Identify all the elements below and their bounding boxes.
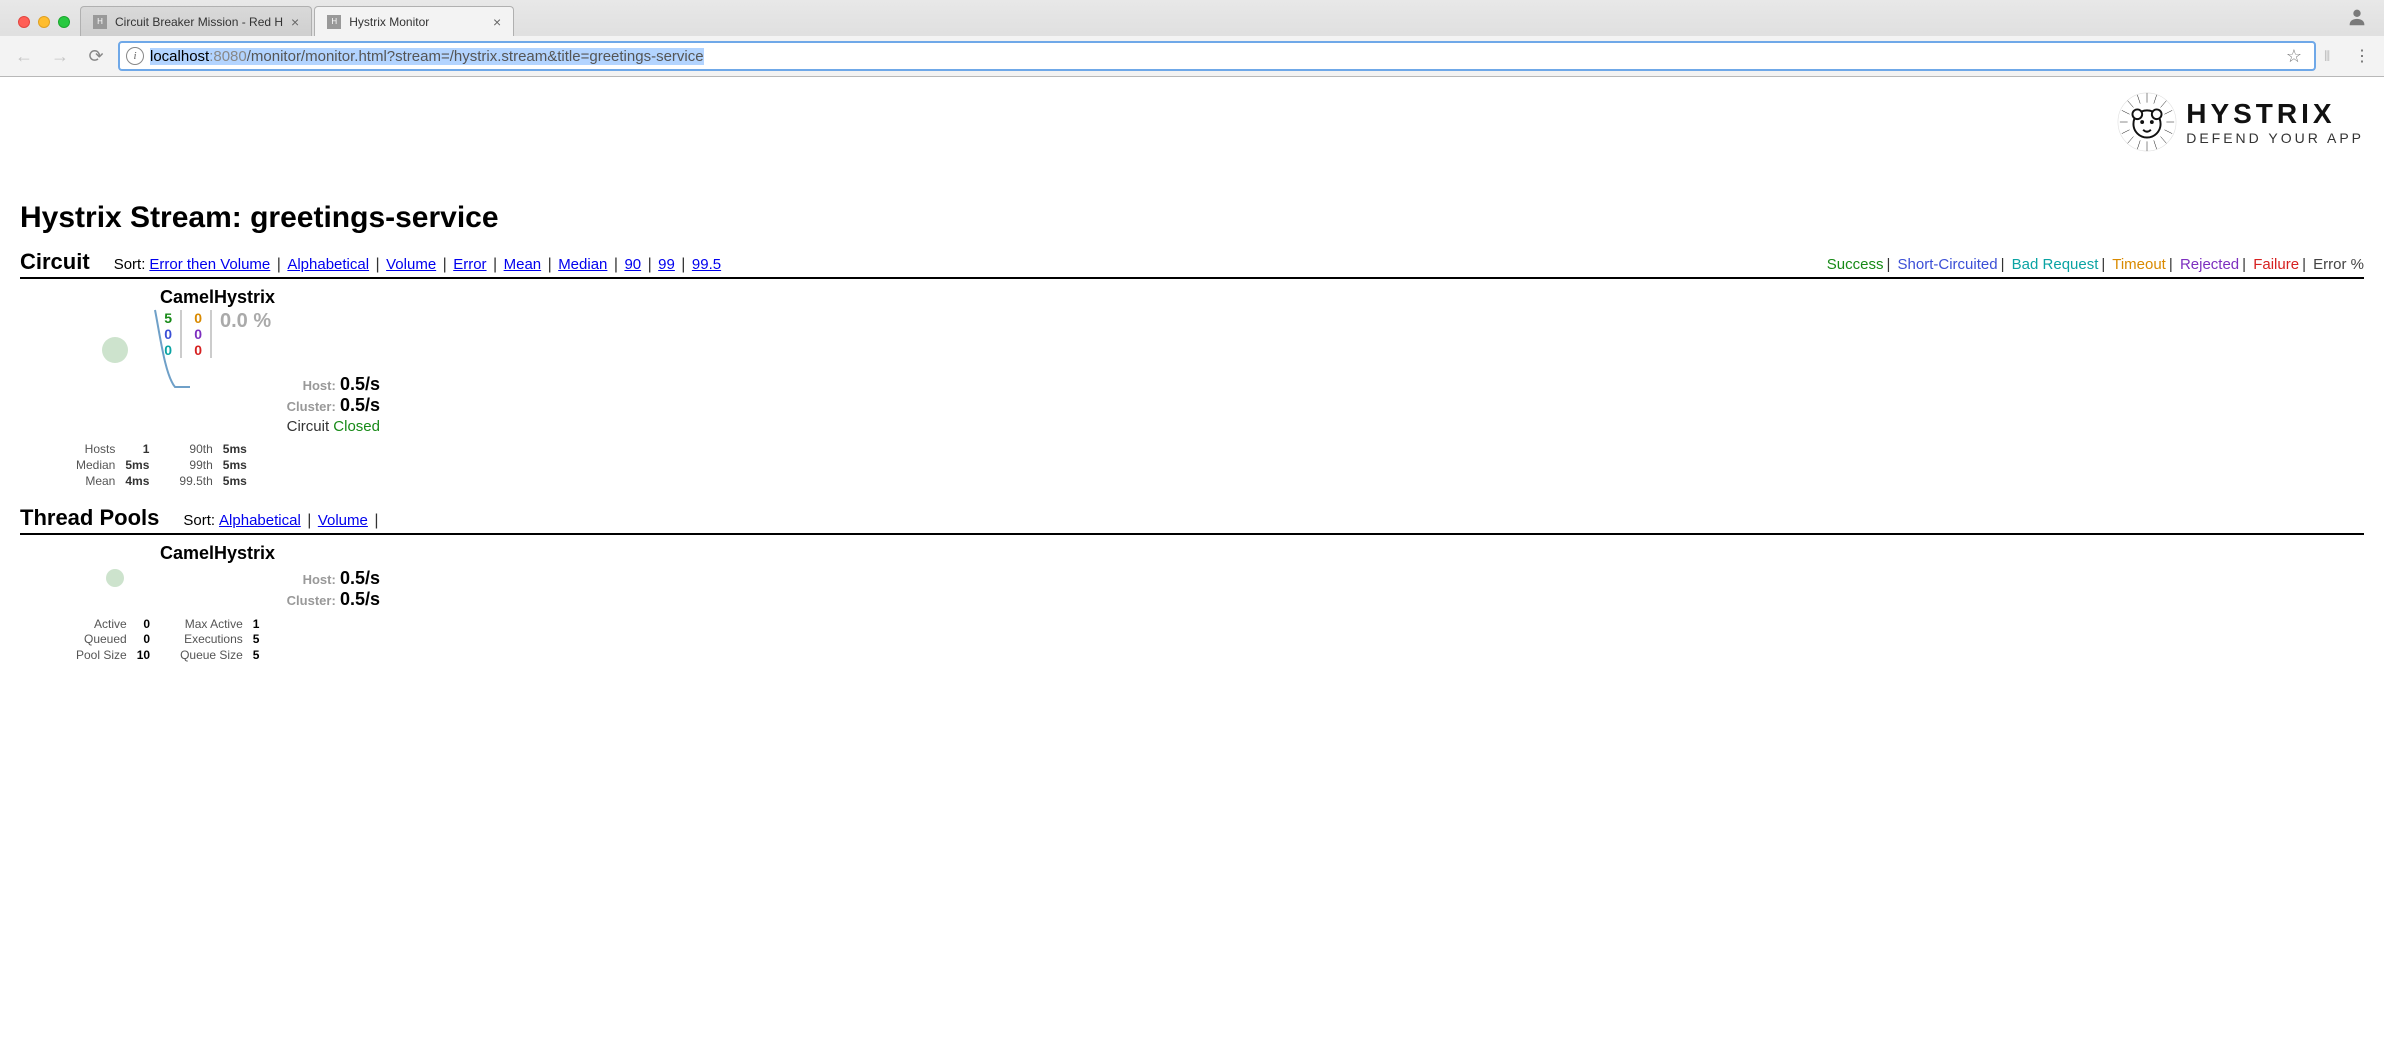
sort-alphabetical[interactable]: Alphabetical	[287, 256, 369, 273]
circuit-graph	[20, 287, 160, 491]
sort-90[interactable]: 90	[624, 256, 641, 273]
circuit-status-value: Closed	[333, 418, 380, 435]
extension-icon[interactable]: ⦀	[2324, 48, 2342, 65]
hystrix-logo: HYSTRIX DEFEND YOUR APP	[2116, 91, 2364, 153]
sort-median[interactable]: Median	[558, 256, 607, 273]
health-circle-icon	[102, 337, 128, 363]
legend-short-circuited: Short-Circuited	[1898, 256, 1998, 273]
health-circle-icon	[106, 569, 124, 587]
threadpool-section-header: Thread Pools Sort: Alphabetical | Volume…	[20, 505, 2364, 535]
stat-90th-value: 5ms	[219, 443, 251, 457]
legend-failure: Failure	[2253, 256, 2299, 273]
tp-cluster-rate-value: 0.5/s	[340, 589, 380, 609]
tab-title: Hystrix Monitor	[349, 15, 485, 29]
tp-executions-value: 5	[249, 633, 264, 647]
close-window-button[interactable]	[18, 16, 30, 28]
tp-host-rate-value: 0.5/s	[340, 568, 380, 588]
sort-alphabetical[interactable]: Alphabetical	[219, 512, 301, 529]
circuit-status-label: Circuit	[287, 418, 330, 435]
tp-maxactive-label: Max Active	[176, 618, 247, 632]
sort-volume[interactable]: Volume	[386, 256, 436, 273]
sort-995[interactable]: 99.5	[692, 256, 721, 273]
info-icon[interactable]: i	[126, 47, 144, 65]
favicon-icon: H	[327, 15, 341, 29]
threadpool-card: CamelHystrix Host: 0.5/s Cluster: 0.5/s …	[20, 543, 380, 665]
legend-error-pct: Error %	[2313, 256, 2364, 273]
legend-rejected: Rejected	[2180, 256, 2239, 273]
tab-inactive[interactable]: H Circuit Breaker Mission - Red H ×	[80, 6, 312, 36]
error-percentage: 0.0 %	[220, 310, 271, 333]
toolbar: ← → ⟳ i localhost:8080/monitor/monitor.h…	[0, 36, 2384, 76]
circuit-title: Circuit	[20, 249, 90, 275]
tab-bar: H Circuit Breaker Mission - Red H × H Hy…	[0, 0, 2384, 36]
menu-icon[interactable]: ⋮	[2350, 46, 2374, 66]
sort-99[interactable]: 99	[658, 256, 675, 273]
threadpool-title: Thread Pools	[20, 505, 159, 531]
back-button[interactable]: ←	[10, 42, 38, 70]
profile-icon[interactable]	[2346, 6, 2368, 28]
threadpool-name: CamelHystrix	[160, 543, 380, 564]
legend-success: Success	[1827, 256, 1884, 273]
sparkline-icon	[150, 305, 210, 395]
sort-error-then-volume[interactable]: Error then Volume	[149, 256, 270, 273]
logo-title: HYSTRIX	[2186, 98, 2364, 130]
window-controls	[10, 16, 80, 36]
legend-timeout: Timeout	[2112, 256, 2166, 273]
browser-chrome: H Circuit Breaker Mission - Red H × H Hy…	[0, 0, 2384, 77]
host-rate-value: 0.5/s	[340, 374, 380, 394]
favicon-icon: H	[93, 15, 107, 29]
circuit-legend: Success| Short-Circuited| Bad Request| T…	[1827, 256, 2364, 273]
tp-host-rate-label: Host:	[303, 572, 336, 587]
minimize-window-button[interactable]	[38, 16, 50, 28]
url-text: localhost:8080/monitor/monitor.html?stre…	[150, 48, 704, 65]
tab-active[interactable]: H Hystrix Monitor ×	[314, 6, 514, 36]
stat-995th-label: 99.5th	[175, 475, 216, 489]
logo-subtitle: DEFEND YOUR APP	[2186, 130, 2364, 146]
tp-queuesize-label: Queue Size	[176, 649, 247, 663]
threadpool-graph	[20, 543, 160, 665]
reload-button[interactable]: ⟳	[82, 42, 110, 70]
sort-volume[interactable]: Volume	[318, 512, 368, 529]
maximize-window-button[interactable]	[58, 16, 70, 28]
close-icon[interactable]: ×	[291, 14, 299, 30]
stat-99th-label: 99th	[175, 459, 216, 473]
close-icon[interactable]: ×	[493, 14, 501, 30]
sort-label: Sort:	[114, 256, 146, 273]
bookmark-icon[interactable]: ☆	[2286, 46, 2302, 67]
stat-90th-label: 90th	[175, 443, 216, 457]
page-content: HYSTRIX DEFEND YOUR APP Hystrix Stream: …	[0, 77, 2384, 705]
stat-995th-value: 5ms	[219, 475, 251, 489]
cluster-rate-value: 0.5/s	[340, 395, 380, 415]
tp-cluster-rate-label: Cluster:	[287, 593, 336, 608]
tp-queuesize-value: 5	[249, 649, 264, 663]
address-bar[interactable]: i localhost:8080/monitor/monitor.html?st…	[118, 41, 2316, 71]
tp-executions-label: Executions	[176, 633, 247, 647]
stat-99th-value: 5ms	[219, 459, 251, 473]
tp-maxactive-value: 1	[249, 618, 264, 632]
page-title: Hystrix Stream: greetings-service	[20, 201, 2364, 235]
sort-mean[interactable]: Mean	[504, 256, 542, 273]
sort-label: Sort:	[183, 512, 215, 529]
circuit-card: CamelHystrix 5 0 0 0 0 0 0.0	[20, 287, 380, 491]
legend-bad-request: Bad Request	[2012, 256, 2099, 273]
forward-button[interactable]: →	[46, 42, 74, 70]
sort-error[interactable]: Error	[453, 256, 486, 273]
threadpool-sort-links: Alphabetical | Volume |	[219, 512, 380, 530]
hystrix-bear-icon	[2116, 91, 2178, 153]
circuit-section-header: Circuit Sort: Error then Volume | Alphab…	[20, 249, 2364, 279]
tab-title: Circuit Breaker Mission - Red H	[115, 15, 283, 29]
host-rate-label: Host:	[303, 378, 336, 393]
circuit-sort-links: Error then Volume | Alphabetical | Volum…	[149, 256, 721, 274]
cluster-rate-label: Cluster:	[287, 399, 336, 414]
